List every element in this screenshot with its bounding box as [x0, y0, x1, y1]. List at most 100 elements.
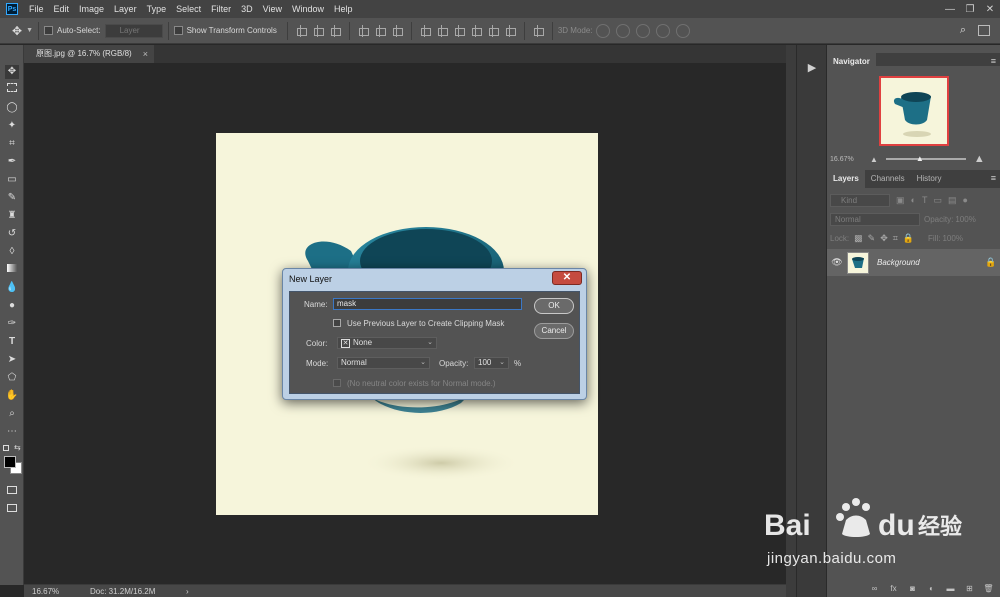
filter-toggle-icon[interactable]: ● [962, 195, 967, 205]
menu-image[interactable]: Image [74, 0, 109, 18]
type-tool-icon[interactable]: T [5, 335, 19, 349]
eraser-tool-icon[interactable]: ◊ [5, 245, 19, 259]
hand-tool-icon[interactable]: ✋ [5, 389, 19, 403]
menu-3d[interactable]: 3D [236, 0, 258, 18]
close-icon[interactable]: ✕ [552, 271, 582, 285]
visibility-eye-icon[interactable]: 👁 [827, 257, 847, 268]
swap-colors-icon[interactable]: ⇆ [14, 443, 21, 452]
distribute-left-icon[interactable] [470, 24, 483, 37]
clipping-mask-checkbox[interactable] [333, 319, 341, 327]
zoom-out-icon[interactable]: ▲ [870, 155, 878, 164]
blur-tool-icon[interactable]: 💧 [5, 281, 19, 295]
play-icon[interactable]: ▶ [805, 61, 819, 75]
color-select[interactable]: ✕ None ⌄ [337, 337, 437, 349]
navigator-zoom-value[interactable]: 16.67% [830, 156, 870, 163]
status-arrow-icon[interactable]: › [186, 587, 189, 596]
brush-tool-icon[interactable]: ✎ [5, 191, 19, 205]
distribute-top-icon[interactable] [419, 24, 432, 37]
panel-menu-icon[interactable]: ≡ [991, 173, 996, 183]
distribute-vcenter-icon[interactable] [436, 24, 449, 37]
move-tool-icon[interactable]: ✥ [5, 65, 19, 79]
eyedropper-tool-icon[interactable]: ✒ [5, 155, 19, 169]
new-group-icon[interactable]: ▬ [944, 582, 957, 595]
zoom-tool-icon[interactable]: ⌕ [5, 407, 19, 421]
search-icon[interactable]: ⌕ [960, 24, 966, 37]
crop-tool-icon[interactable]: ⌗ [5, 137, 19, 151]
filter-type-icon[interactable]: T [922, 195, 928, 205]
dialog-titlebar[interactable]: New Layer ✕ [283, 269, 586, 290]
default-colors-icon[interactable] [3, 445, 9, 451]
menu-select[interactable]: Select [171, 0, 206, 18]
align-bottom-icon[interactable] [329, 24, 342, 37]
menu-window[interactable]: Window [287, 0, 329, 18]
menu-type[interactable]: Type [142, 0, 172, 18]
auto-select-dropdown[interactable]: Layer [104, 23, 163, 38]
layer-kind-filter[interactable]: Kind [830, 193, 890, 207]
filter-adjust-icon[interactable]: ◐ [911, 195, 916, 205]
add-mask-icon[interactable]: ◙ [906, 582, 919, 595]
new-layer-icon[interactable]: ⊞ [963, 582, 976, 595]
3d-orbit-icon[interactable] [595, 23, 610, 38]
foreground-color-swatch[interactable] [4, 456, 16, 468]
opacity-value[interactable]: 100% [955, 215, 975, 224]
zoom-level[interactable]: 16.67% [32, 587, 82, 596]
filter-smart-icon[interactable]: ▤ [948, 195, 957, 206]
align-right-icon[interactable] [391, 24, 404, 37]
ok-button[interactable]: OK [534, 298, 574, 314]
chevron-down-icon[interactable]: ⌄ [499, 358, 505, 368]
filter-pixel-icon[interactable]: ▣ [896, 195, 905, 206]
path-selection-tool-icon[interactable]: ➤ [5, 353, 19, 367]
distribute-right-icon[interactable] [504, 24, 517, 37]
adjustment-layer-icon[interactable]: ◐ [925, 582, 938, 595]
lock-pixels-icon[interactable]: ✎ [868, 233, 876, 244]
document-tab[interactable]: 原图.jpg @ 16.7% (RGB/8) × [24, 45, 154, 63]
lock-position-icon[interactable]: ✥ [880, 233, 888, 244]
lasso-tool-icon[interactable]: ◯ [5, 101, 19, 115]
opacity-input[interactable]: 100 ⌄ [474, 357, 509, 369]
shape-tool-icon[interactable]: ⬠ [5, 371, 19, 385]
clone-stamp-tool-icon[interactable]: ♜ [5, 209, 19, 223]
minimize-button[interactable]: — [940, 0, 960, 18]
menu-layer[interactable]: Layer [109, 0, 142, 18]
layer-style-icon[interactable]: fx [887, 582, 900, 595]
move-tool-preset-icon[interactable]: ✥ [12, 24, 22, 38]
delete-layer-icon[interactable]: 🗑 [982, 582, 995, 595]
menu-filter[interactable]: Filter [206, 0, 236, 18]
gradient-tool-icon[interactable] [5, 263, 19, 277]
lock-all-icon[interactable]: 🔒 [903, 233, 914, 244]
distribute-bottom-icon[interactable] [453, 24, 466, 37]
align-vcenter-icon[interactable] [312, 24, 325, 37]
distribute-hcenter-icon[interactable] [487, 24, 500, 37]
dodge-tool-icon[interactable]: ● [5, 299, 19, 313]
align-hcenter-icon[interactable] [374, 24, 387, 37]
blend-mode-select[interactable]: Normal [830, 212, 920, 226]
screen-mode-icon[interactable] [5, 503, 19, 517]
quick-mask-icon[interactable] [5, 485, 19, 499]
neutral-color-checkbox[interactable] [333, 379, 341, 387]
layer-name[interactable]: Background [877, 258, 981, 267]
history-brush-tool-icon[interactable]: ↺ [5, 227, 19, 241]
layer-row[interactable]: 👁 Background 🔒 [827, 249, 1000, 276]
restore-button[interactable]: ❐ [960, 0, 980, 18]
align-left-icon[interactable] [357, 24, 370, 37]
zoom-slider-thumb[interactable]: ▲ [916, 154, 924, 163]
menu-view[interactable]: View [258, 0, 287, 18]
cancel-button[interactable]: Cancel [534, 323, 574, 339]
pen-tool-icon[interactable]: ✑ [5, 317, 19, 331]
magic-wand-tool-icon[interactable]: ✦ [5, 119, 19, 133]
fill-value[interactable]: 100% [942, 234, 962, 243]
marquee-tool-icon[interactable] [5, 83, 19, 97]
3d-pan-icon[interactable] [635, 23, 650, 38]
chevron-down-icon[interactable]: ▼ [26, 27, 33, 34]
healing-brush-tool-icon[interactable]: ▭ [5, 173, 19, 187]
mode-select[interactable]: Normal ⌄ [337, 357, 430, 369]
lock-artboard-icon[interactable]: ⌗ [893, 233, 898, 244]
tab-history[interactable]: History [911, 170, 948, 188]
more-tools-icon[interactable]: ⋯ [5, 425, 19, 439]
link-layers-icon[interactable]: ∞ [868, 582, 881, 595]
3d-slide-icon[interactable] [655, 23, 670, 38]
workspace-icon[interactable] [978, 25, 990, 36]
auto-align-icon[interactable] [532, 24, 545, 37]
align-top-icon[interactable] [295, 24, 308, 37]
menu-edit[interactable]: Edit [49, 0, 75, 18]
